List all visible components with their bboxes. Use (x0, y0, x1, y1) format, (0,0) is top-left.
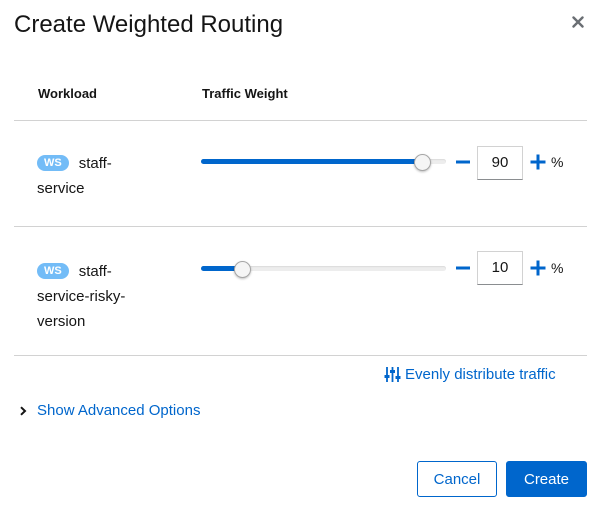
weight-input[interactable]: 10 (477, 251, 523, 285)
weight-input[interactable]: 90 (477, 146, 523, 180)
traffic-weight-slider[interactable] (201, 257, 446, 281)
workload-name-line: service-risky- (37, 288, 126, 305)
sliders-icon (384, 367, 401, 382)
workload-name-line: version (37, 313, 86, 330)
decrease-weight-button[interactable] (455, 153, 473, 171)
workload-badge: WS (37, 263, 69, 279)
percent-unit: % (551, 154, 564, 170)
show-advanced-options-label: Show Advanced Options (37, 402, 201, 419)
column-header-workload: Workload (38, 86, 97, 101)
cancel-button[interactable]: Cancel (417, 461, 497, 497)
minus-icon (456, 160, 470, 164)
workload-cell: WS staff- service (37, 151, 157, 201)
slider-thumb[interactable] (234, 261, 251, 278)
chevron-right-icon (16, 404, 30, 418)
minus-icon (456, 266, 470, 270)
show-advanced-options-toggle[interactable]: Show Advanced Options (16, 402, 200, 419)
weighted-routing-dialog: Create Weighted Routing Workload Traffic… (0, 0, 613, 514)
workload-cell: WS staff- service-risky- version (37, 259, 157, 334)
table-divider (14, 355, 587, 356)
workload-name-line: staff- (78, 263, 112, 280)
create-button[interactable]: Create (506, 461, 587, 497)
table-row: WS staff- service-risky- version 10 % (14, 227, 587, 355)
evenly-distribute-link[interactable]: Evenly distribute traffic (384, 366, 556, 383)
workload-badge: WS (37, 155, 69, 171)
slider-fill (201, 159, 422, 164)
close-icon (572, 16, 584, 28)
increase-weight-button[interactable] (529, 153, 547, 171)
plus-icon (530, 260, 546, 276)
workload-name-line: service (37, 180, 85, 197)
table-row: WS staff- service 90 % (14, 121, 587, 226)
dialog-title: Create Weighted Routing (14, 11, 284, 38)
close-button[interactable] (568, 12, 588, 32)
evenly-distribute-label: Evenly distribute traffic (405, 366, 556, 383)
percent-unit: % (551, 260, 564, 276)
workload-name-line: staff- (78, 155, 112, 172)
column-header-traffic-weight: Traffic Weight (202, 86, 288, 101)
traffic-weight-slider[interactable] (201, 150, 446, 174)
increase-weight-button[interactable] (529, 259, 547, 277)
slider-thumb[interactable] (414, 154, 431, 171)
plus-icon (530, 154, 546, 170)
decrease-weight-button[interactable] (455, 259, 473, 277)
